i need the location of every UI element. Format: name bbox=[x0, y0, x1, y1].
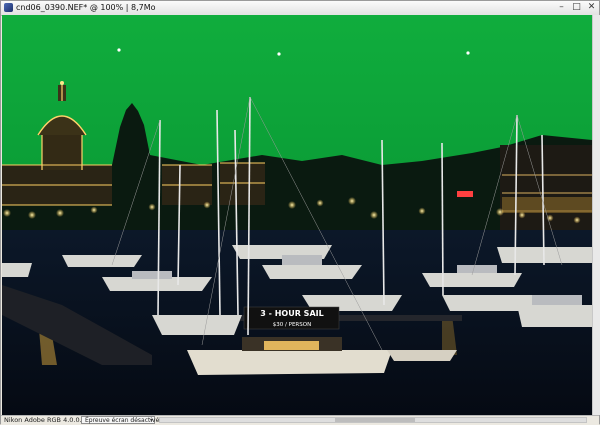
star bbox=[466, 51, 470, 55]
minimize-icon[interactable]: – bbox=[556, 2, 567, 13]
sail-sign-title: 3 - HOUR SAIL bbox=[260, 309, 323, 318]
title-bar[interactable]: cnd06_0390.NEF* @ 100% | 8,7Mo – □ ✕ bbox=[1, 1, 599, 16]
window-controls: – □ ✕ bbox=[556, 2, 597, 13]
window-title: cnd06_0390.NEF* @ 100% | 8,7Mo bbox=[16, 3, 156, 12]
star bbox=[117, 48, 121, 52]
maximize-icon[interactable]: □ bbox=[571, 2, 582, 13]
vertical-scrollbar[interactable] bbox=[592, 15, 600, 415]
horizontal-scrollbar[interactable] bbox=[159, 417, 587, 423]
photo bbox=[2, 15, 592, 415]
sail-sign-text-layer: 3 - HOUR SAIL $30 / PERSON bbox=[260, 309, 323, 328]
app-icon bbox=[4, 3, 13, 12]
close-icon[interactable]: ✕ bbox=[586, 2, 597, 13]
sail-sign-subtitle: $30 / PERSON bbox=[273, 322, 311, 328]
small-boat bbox=[387, 350, 457, 361]
image-window: cnd06_0390.NEF* @ 100% | 8,7Mo – □ ✕ 3 -… bbox=[0, 0, 600, 425]
proof-setup-select[interactable]: Épreuve écran désactivée ▾ bbox=[81, 416, 163, 424]
star bbox=[277, 52, 281, 56]
image-canvas[interactable]: 3 - HOUR SAIL $30 / PERSON bbox=[2, 15, 592, 415]
scrollbar-thumb[interactable] bbox=[335, 418, 415, 422]
